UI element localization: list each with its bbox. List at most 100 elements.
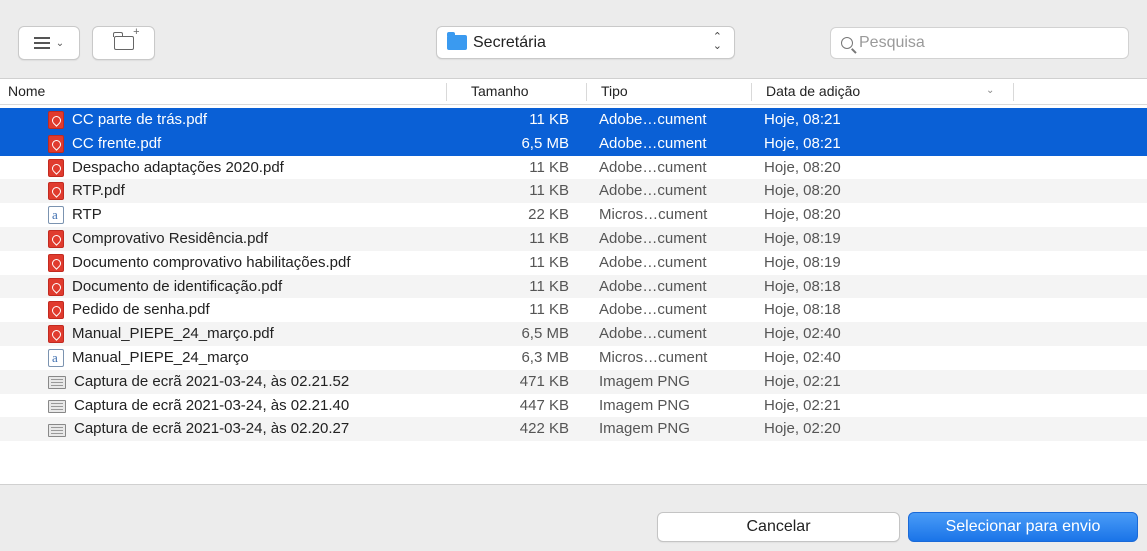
file-date-added: Hoje, 02:21 <box>764 372 841 390</box>
pdf-file-icon <box>48 182 64 201</box>
column-divider[interactable] <box>446 83 447 101</box>
select-for-upload-button[interactable]: Selecionar para envio <box>908 512 1138 542</box>
file-row[interactable]: Captura de ecrã 2021-03-24, às 02.21.40 4… <box>0 394 1147 418</box>
pdf-file-icon <box>48 229 64 248</box>
file-date-added: Hoje, 08:20 <box>764 182 841 200</box>
file-name-cell: RTP.pdf <box>48 179 125 203</box>
file-size: 6,5 MB <box>521 325 569 343</box>
file-size: 22 KB <box>528 206 569 224</box>
file-row[interactable]: RTP 22 KB Micros…cument Hoje, 08:20 <box>0 203 1147 227</box>
file-date-added: Hoje, 08:21 <box>764 111 841 128</box>
folder-icon <box>447 32 467 50</box>
file-row[interactable]: Captura de ecrã 2021-03-24, às 02.20.27 4… <box>0 417 1147 442</box>
column-divider[interactable] <box>1013 83 1014 101</box>
pdf-file-icon <box>48 111 64 129</box>
file-name: Pedido de senha.pdf <box>72 301 210 319</box>
file-size: 11 KB <box>529 229 569 247</box>
file-name: CC frente.pdf <box>72 134 162 152</box>
column-divider[interactable] <box>751 83 752 101</box>
toolbar: ⌄ Secretária ⌃⌄ <box>0 0 1147 78</box>
column-type[interactable]: Tipo <box>593 79 628 105</box>
file-date-added: Hoje, 08:20 <box>764 206 841 224</box>
column-header: Nome Tamanho Tipo Data de adição ⌄ <box>0 79 1147 105</box>
cancel-button[interactable]: Cancelar <box>657 512 900 542</box>
file-size: 11 KB <box>529 253 569 271</box>
file-type: Micros…cument <box>599 206 708 224</box>
file-type: Imagem PNG <box>599 372 690 390</box>
file-type: Imagem PNG <box>599 420 690 438</box>
file-size: 471 KB <box>519 372 569 390</box>
chevron-down-icon: ⌄ <box>55 37 65 49</box>
file-type: Adobe…cument <box>599 134 707 152</box>
file-size: 11 KB <box>529 182 569 200</box>
file-row[interactable]: Documento comprovativo habilitações.pdf 1… <box>0 251 1147 275</box>
file-name: RTP <box>72 206 102 224</box>
file-type: Adobe…cument <box>599 182 707 200</box>
file-row[interactable]: Pedido de senha.pdf 11 KB Adobe…cument Hoje… <box>0 298 1147 322</box>
location-popup[interactable]: Secretária ⌃ ⌄ <box>436 26 735 59</box>
image-file-icon <box>48 376 66 390</box>
column-date-added[interactable]: Data de adição ⌄ <box>758 79 994 105</box>
pdf-file-icon <box>48 277 64 296</box>
column-size[interactable]: Tamanho <box>463 79 529 105</box>
image-file-icon <box>48 423 66 437</box>
file-name-cell: Documento de identificação.pdf <box>48 275 282 299</box>
file-row[interactable]: Comprovativo Residência.pdf 11 KB Adobe…cu… <box>0 226 1147 251</box>
file-row[interactable]: CC parte de trás.pdf 11 KB Adobe…cument Hoj… <box>0 108 1147 132</box>
file-size: 6,3 MB <box>521 348 569 366</box>
search-field[interactable] <box>830 27 1129 59</box>
file-row[interactable]: Despacho adaptações 2020.pdf 11 KB Adobe…c… <box>0 156 1147 180</box>
file-name-cell: Captura de ecrã 2021-03-24, às 02.21.52 <box>48 370 349 394</box>
file-size: 422 KB <box>519 420 569 438</box>
view-options-button[interactable]: ⌄ <box>18 26 80 60</box>
file-name-cell: CC frente.pdf <box>48 132 161 156</box>
search-icon <box>841 37 853 49</box>
pdf-file-icon <box>48 134 64 153</box>
file-name-cell: Documento comprovativo habilitações.pdf <box>48 251 350 275</box>
file-size: 11 KB <box>529 111 569 128</box>
file-row[interactable]: CC frente.pdf 6,5 MB Adobe…cument Hoje, 08:… <box>0 131 1147 156</box>
pdf-file-icon <box>48 158 64 177</box>
file-name: Documento comprovativo habilitações.pdf <box>72 253 351 271</box>
file-row[interactable]: Manual_PIEPE_24_março 6,3 MB Micros…cument… <box>0 346 1147 370</box>
file-row[interactable]: RTP.pdf 11 KB Adobe…cument Hoje, 08:20 <box>0 179 1147 204</box>
file-size: 11 KB <box>529 301 569 319</box>
column-name[interactable]: Nome <box>0 79 45 105</box>
file-list: Nome Tamanho Tipo Data de adição ⌄ CC pa… <box>0 78 1147 484</box>
updown-chevron-icon: ⌃ ⌄ <box>712 31 722 52</box>
file-name-cell: Despacho adaptações 2020.pdf <box>48 156 284 180</box>
sort-chevron-icon: ⌄ <box>986 85 995 96</box>
file-date-added: Hoje, 08:19 <box>764 229 841 247</box>
file-type: Adobe…cument <box>599 229 707 247</box>
file-type: Adobe…cument <box>599 301 707 319</box>
image-file-icon <box>48 400 66 414</box>
bottom-bar: Cancelar Selecionar para envio <box>0 484 1147 551</box>
file-row[interactable]: Captura de ecrã 2021-03-24, às 02.21.52 4… <box>0 369 1147 394</box>
file-name: RTP.pdf <box>72 182 125 200</box>
file-size: 11 KB <box>529 158 569 176</box>
file-type: Micros…cument <box>599 348 708 366</box>
search-input[interactable] <box>859 34 1109 52</box>
file-date-added: Hoje, 08:18 <box>764 301 841 319</box>
file-row[interactable]: Manual_PIEPE_24_março.pdf 6,5 MB Adobe…cum… <box>0 322 1147 346</box>
file-size: 6,5 MB <box>521 134 569 152</box>
file-row[interactable]: Documento de identificação.pdf 11 KB Adobe… <box>0 274 1147 299</box>
location-label: Secretária <box>473 33 546 51</box>
file-size: 11 KB <box>529 277 569 295</box>
file-name: Captura de ecrã 2021-03-24, às 02.21.40 <box>74 396 350 414</box>
new-folder-button[interactable] <box>92 26 155 60</box>
file-date-added: Hoje, 02:21 <box>764 396 841 414</box>
file-date-added: Hoje, 08:20 <box>764 158 841 176</box>
file-date-added: Hoje, 02:40 <box>764 348 841 366</box>
column-date-label: Data de adição <box>766 83 861 99</box>
file-name-cell: Manual_PIEPE_24_março.pdf <box>48 322 274 346</box>
file-type: Imagem PNG <box>599 396 690 414</box>
file-date-added: Hoje, 08:19 <box>764 253 841 271</box>
file-name-cell: Captura de ecrã 2021-03-24, às 02.21.40 <box>48 394 349 418</box>
file-type: Adobe…cument <box>599 111 707 128</box>
file-name-cell: CC parte de trás.pdf <box>48 108 207 132</box>
file-rows: CC parte de trás.pdf 11 KB Adobe…cument Hoj… <box>0 108 1147 442</box>
file-name-cell: Pedido de senha.pdf <box>48 298 210 322</box>
column-divider[interactable] <box>586 83 587 101</box>
file-date-added: Hoje, 08:18 <box>764 277 841 295</box>
